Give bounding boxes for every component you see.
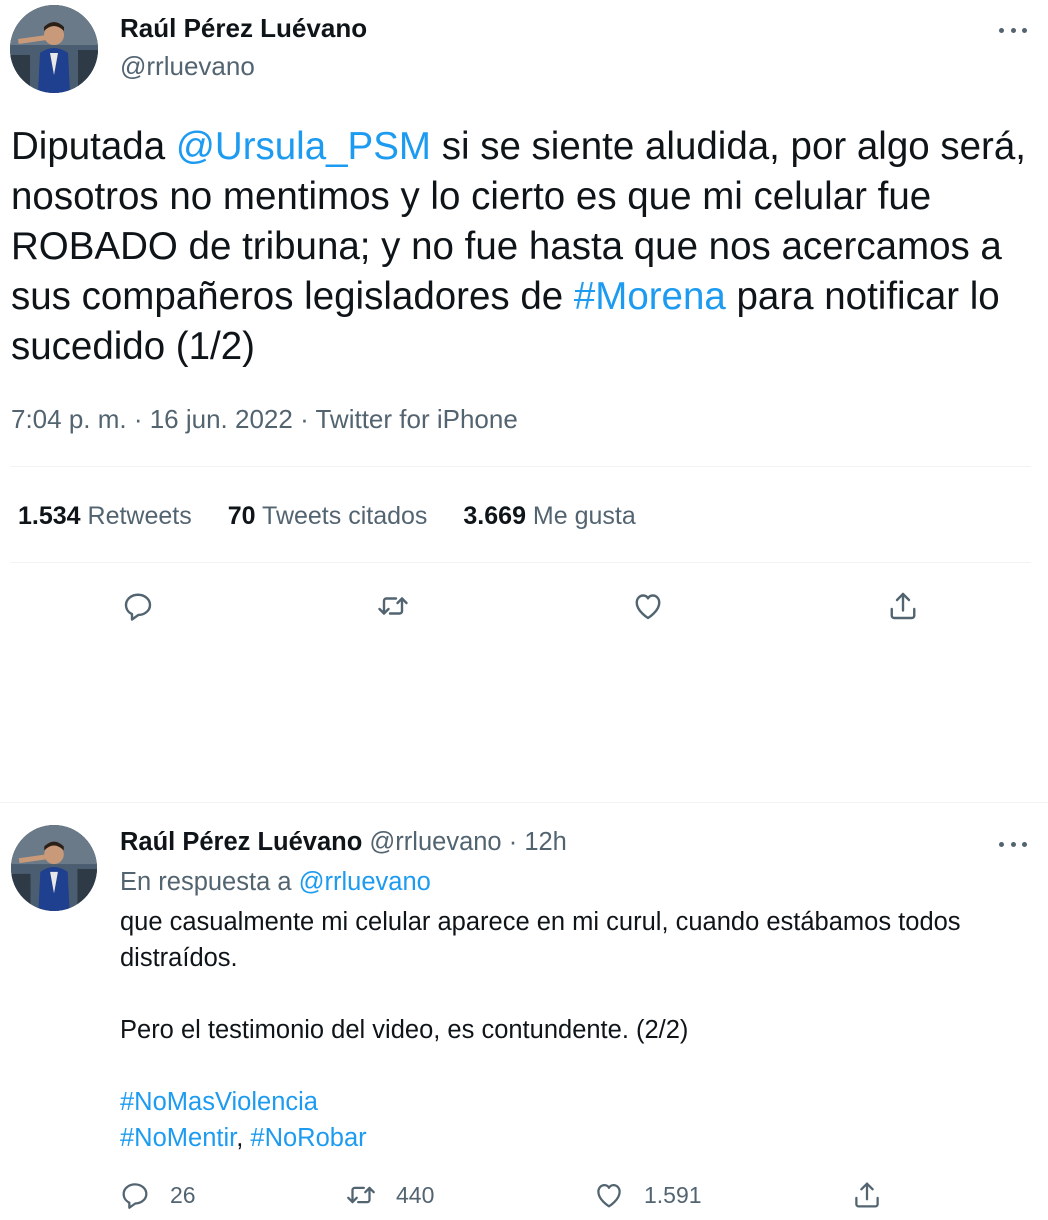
- tweet-text: Diputada @Ursula_PSM si se siente aludid…: [11, 122, 1041, 372]
- retweet-icon: [347, 1186, 375, 1204]
- author-handle[interactable]: @rrluevano: [120, 51, 255, 82]
- avatar-image: [11, 825, 97, 911]
- hashtag-link[interactable]: #NoMentir: [120, 1124, 236, 1152]
- replying-to: En respuesta a @rrluevano: [120, 868, 431, 897]
- like-button[interactable]: [627, 585, 669, 627]
- reply-count: 26: [170, 1181, 196, 1208]
- likes-label: Me gusta: [532, 502, 636, 530]
- divider: [0, 802, 1048, 803]
- retweet-count: 440: [396, 1181, 435, 1208]
- reply-action-retweet[interactable]: 440: [344, 1178, 434, 1212]
- reply-button[interactable]: [117, 585, 159, 627]
- divider: [11, 466, 1031, 467]
- retweets-label: Retweets: [87, 502, 192, 530]
- replying-to-label: En respuesta a: [120, 868, 299, 896]
- hashtag-link[interactable]: #NoMasViolencia: [120, 1088, 318, 1116]
- reply-header: Raúl Pérez Luévano @rrluevano · 12h: [120, 828, 567, 857]
- likes-count: 3.669: [463, 502, 526, 530]
- reply-author-name[interactable]: Raúl Pérez Luévano: [120, 828, 362, 856]
- reply-avatar[interactable]: [11, 825, 97, 911]
- reply-icon: [124, 593, 152, 621]
- reply-author-handle[interactable]: @rrluevano: [369, 828, 501, 856]
- retweet-button[interactable]: [372, 585, 414, 627]
- retweets-stat[interactable]: 1.534 Retweets: [18, 502, 192, 531]
- avatar[interactable]: [10, 5, 98, 93]
- header-separator: ·: [508, 828, 518, 856]
- mention-link[interactable]: @Ursula_PSM: [176, 125, 431, 168]
- like-icon: [597, 1183, 621, 1208]
- share-button[interactable]: [882, 585, 924, 627]
- quotes-label: Tweets citados: [262, 502, 428, 530]
- hashtag-separator: ,: [236, 1124, 251, 1152]
- avatar-image: [10, 5, 98, 93]
- reply-paragraph: que casualmente mi celular aparece en mi…: [120, 908, 961, 972]
- reply-icon: [122, 1183, 148, 1209]
- like-count: 1.591: [644, 1181, 702, 1208]
- retweet-icon: [378, 597, 408, 615]
- hashtag-link[interactable]: #NoRobar: [250, 1124, 366, 1152]
- divider: [11, 562, 1031, 563]
- tweet-timestamp[interactable]: 7:04 p. m. · 16 jun. 2022 · Twitter for …: [11, 404, 518, 435]
- retweets-count: 1.534: [18, 502, 81, 530]
- replying-to-handle[interactable]: @rrluevano: [299, 868, 431, 896]
- more-options-icon[interactable]: [993, 20, 1033, 40]
- reply-text: que casualmente mi celular aparece en mi…: [120, 904, 1030, 1156]
- author-name[interactable]: Raúl Pérez Luévano: [120, 13, 367, 44]
- reply-time[interactable]: 12h: [524, 828, 567, 856]
- share-icon: [855, 1182, 879, 1208]
- reply-action-like[interactable]: 1.591: [592, 1178, 702, 1212]
- reply-action-reply[interactable]: 26: [118, 1178, 196, 1212]
- reply-paragraph: Pero el testimonio del video, es contund…: [120, 1016, 689, 1044]
- tweet-stats: 1.534 Retweets 70 Tweets citados 3.669 M…: [18, 502, 636, 531]
- reply-action-share[interactable]: [850, 1178, 884, 1212]
- more-options-icon[interactable]: [993, 834, 1033, 854]
- likes-stat[interactable]: 3.669 Me gusta: [463, 502, 635, 531]
- quotes-count: 70: [227, 502, 256, 530]
- like-icon: [635, 594, 661, 620]
- hashtag-link[interactable]: #Morena: [574, 275, 726, 318]
- tweet-text-part: Diputada: [11, 125, 176, 168]
- quotes-stat[interactable]: 70 Tweets citados: [228, 502, 428, 531]
- share-icon: [890, 592, 916, 620]
